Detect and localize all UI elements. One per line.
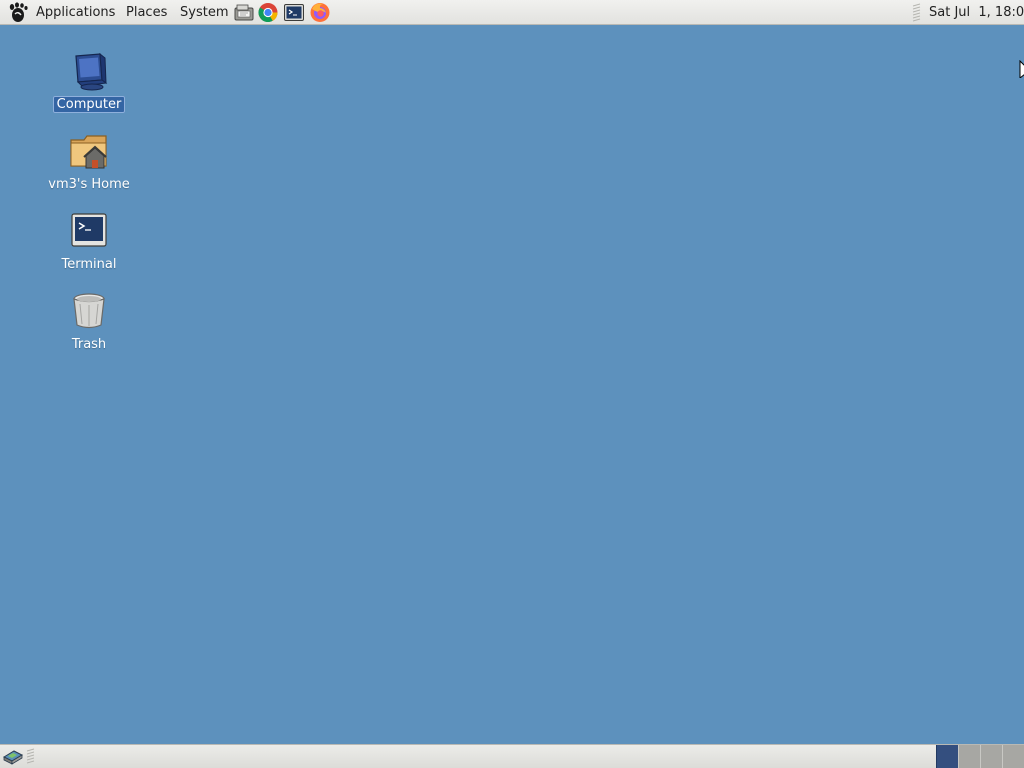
mouse-cursor-icon (1019, 60, 1024, 78)
desktop-icon-label: Terminal (61, 257, 117, 272)
workspace-1[interactable] (936, 745, 958, 768)
terminal-icon (71, 213, 107, 247)
workspace-3[interactable] (980, 745, 1002, 768)
panel-drag-handle[interactable] (26, 748, 35, 765)
desktop-icon-computer[interactable]: Computer (44, 50, 134, 124)
desktop-icon-home[interactable]: vm3's Home (44, 130, 134, 204)
applications-menu[interactable]: Applications (36, 5, 115, 21)
firefox-icon[interactable] (309, 2, 331, 23)
terminal-icon[interactable] (283, 2, 305, 23)
bottom-panel (0, 744, 1024, 768)
chrome-icon[interactable] (257, 2, 279, 23)
system-menu[interactable]: System (180, 5, 228, 21)
workspace-4[interactable] (1002, 745, 1024, 768)
workspace-switcher (936, 745, 1024, 768)
desktop-icon-trash[interactable]: Trash (44, 290, 134, 364)
clock[interactable]: Sat Jul 1, 18:09 (929, 5, 1024, 21)
desktop-icon-label: Trash (71, 337, 107, 352)
gnome-foot-icon[interactable] (7, 2, 29, 23)
panel-drag-handle[interactable] (912, 3, 921, 22)
home-folder-icon (70, 135, 107, 169)
file-manager-icon[interactable] (233, 2, 255, 23)
places-menu[interactable]: Places (126, 5, 167, 21)
show-desktop-icon[interactable] (2, 747, 24, 766)
desktop-icon-terminal[interactable]: Terminal (44, 210, 134, 284)
trash-icon (73, 293, 105, 329)
desktop-icon-label: Computer (52, 96, 126, 113)
desktop-icon-label: vm3's Home (48, 177, 130, 192)
computer-icon (75, 52, 108, 91)
top-panel: Applications Places System Sat Jul 1, 18… (0, 0, 1024, 25)
workspace-2[interactable] (958, 745, 980, 768)
